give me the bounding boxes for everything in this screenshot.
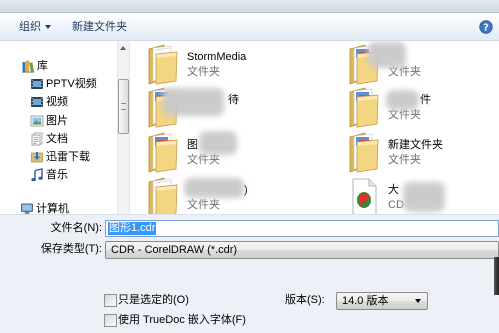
file-name: ): [244, 184, 248, 196]
save-type-value: CDR - CorelDRAW (*.cdr): [111, 244, 238, 256]
save-type-label: 保存类型(T):: [40, 243, 102, 255]
nav-item-label: 库: [37, 60, 48, 72]
file-type: 文件夹: [388, 109, 421, 121]
folder-icon: [146, 43, 180, 85]
folder-pictures-icon: [347, 86, 381, 128]
redacted-blur: [403, 182, 445, 212]
filename-selected-text[interactable]: 图形1.cdr: [108, 222, 157, 235]
window-edge: [494, 257, 499, 295]
nav-item-label: 文档: [46, 133, 68, 145]
folder-icon: [146, 176, 180, 218]
nav-item-label: PPTV视频: [46, 78, 97, 90]
filename-input[interactable]: 图形1.cdr: [105, 220, 499, 237]
file-item[interactable]: 件 文件夹: [347, 85, 497, 129]
save-type-select[interactable]: CDR - CorelDRAW (*.cdr): [105, 241, 499, 259]
filename-label: 文件名(N):: [50, 222, 102, 234]
version-label: 版本(S):: [285, 294, 325, 306]
file-name: 图: [187, 139, 198, 151]
chevron-down-icon: [45, 25, 51, 30]
address-bar-edge: [0, 0, 499, 13]
file-type: CD: [388, 199, 404, 211]
file-name: 件: [420, 94, 431, 106]
file-type: 文件夹: [187, 66, 220, 78]
new-folder-button[interactable]: 新建文件夹: [72, 19, 127, 35]
dropdown-arrow-icon: [415, 299, 421, 303]
redacted-blur: [162, 88, 224, 116]
scroll-up-arrow-icon[interactable]: [118, 41, 129, 55]
file-name: 大: [388, 184, 399, 196]
version-select[interactable]: 14.0 版本: [336, 292, 428, 310]
file-name: 待: [228, 94, 239, 106]
navigation-scrollbar[interactable]: [117, 41, 129, 214]
video-library-icon: [30, 95, 44, 109]
nav-item-label: 视频: [46, 96, 68, 108]
file-item[interactable]: 新建文件夹 文件夹: [347, 130, 497, 174]
file-type: 文件夹: [187, 199, 220, 211]
redacted-blur: [368, 42, 406, 68]
file-name: 新建文件夹: [388, 139, 443, 151]
help-icon[interactable]: ?: [479, 20, 493, 34]
save-dialog: 组织 新建文件夹 ? 库 PPTV视频 视频 图片 文档 迅雷下载 音乐 计算机: [0, 0, 499, 333]
music-library-icon: [30, 168, 44, 182]
pictures-library-icon: [30, 114, 44, 128]
scroll-thumb[interactable]: [118, 79, 129, 134]
video-library-icon: [30, 77, 44, 91]
nav-item-label: 音乐: [46, 169, 68, 181]
command-bar: 组织 新建文件夹 ?: [0, 13, 499, 41]
version-value: 14.0 版本: [342, 295, 389, 307]
only-selected-label[interactable]: 只是选定的(O): [118, 293, 189, 308]
save-options-panel: 文件名(N): 图形1.cdr 保存类型(T): CDR - CorelDRAW…: [0, 214, 499, 333]
redacted-blur: [386, 90, 419, 110]
file-item[interactable]: StormMedia 文件夹: [146, 42, 296, 86]
truedoc-label[interactable]: 使用 TrueDoc 嵌入字体(F): [118, 313, 246, 328]
redacted-blur: [184, 178, 244, 198]
file-type: 文件夹: [187, 154, 220, 166]
file-type: 文件夹: [388, 154, 421, 166]
nav-item-label: 迅雷下载: [46, 151, 90, 163]
file-name: StormMedia: [187, 51, 247, 63]
download-library-icon: [30, 150, 44, 164]
organize-label: 组织: [19, 21, 41, 33]
cdr-file-icon: [347, 176, 381, 218]
truedoc-checkbox[interactable]: [104, 314, 117, 327]
documents-library-icon: [30, 132, 44, 146]
only-selected-checkbox[interactable]: [104, 294, 117, 307]
nav-item-label: 图片: [46, 115, 68, 127]
library-icon: [21, 59, 35, 73]
folder-pictures-icon: [347, 131, 381, 173]
organize-button[interactable]: 组织: [19, 19, 51, 35]
svg-text:?: ?: [483, 23, 489, 34]
redacted-blur: [199, 131, 237, 155]
folder-pictures-icon: [146, 131, 180, 173]
